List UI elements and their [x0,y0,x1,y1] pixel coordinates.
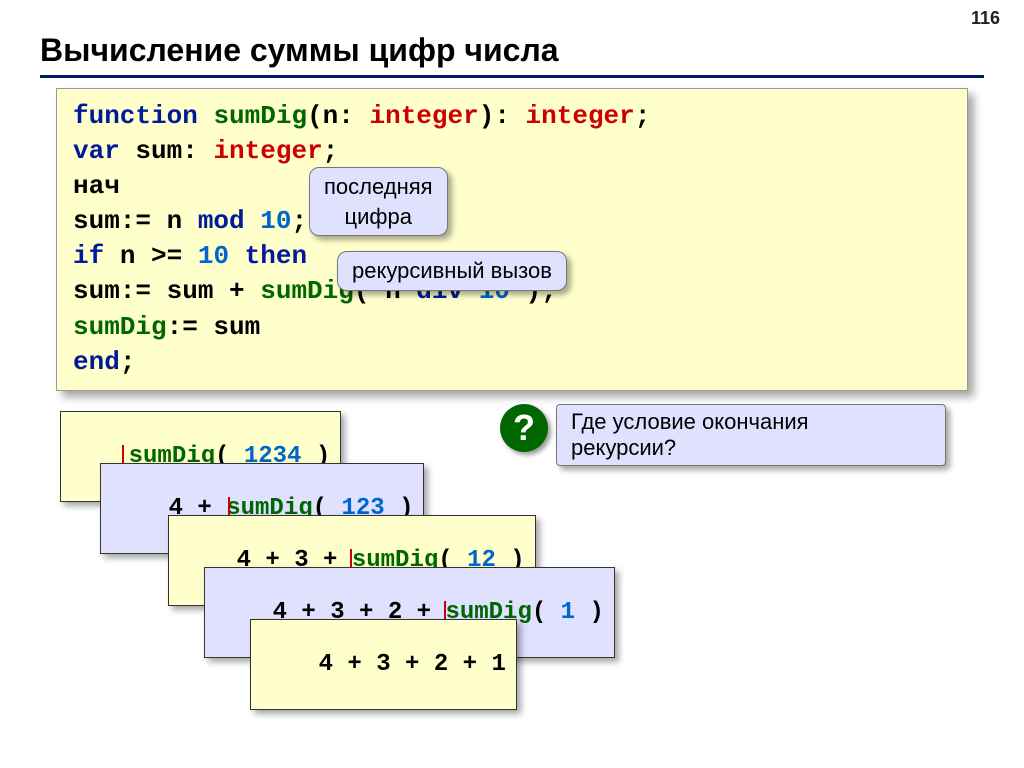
title-underline [40,75,984,78]
trace-container: sumDig( 1234 ) 4 + sumDig( 123 ) 4 + 3 +… [0,411,1024,731]
callout-recursive-call: рекурсивный вызов [337,251,567,291]
page-number: 116 [971,8,1000,29]
trace-row-5: 4 + 3 + 2 + 1 [250,619,517,710]
callout-last-digit: последняя цифра [309,167,448,236]
code-panel: function sumDig(n: integer): integer; va… [56,88,968,391]
kw-function: function [73,101,198,131]
code-line-8: end; [73,345,951,380]
code-line-2: var sum: integer; [73,134,951,169]
code-line-3: нач [73,169,951,204]
slide-title: Вычисление суммы цифр числа [0,0,1024,73]
code-line-7: sumDig:= sum [73,310,951,345]
func-name: sumDig [213,101,307,131]
code-line-4: sum:= n mod 10; [73,204,951,239]
code-line-1: function sumDig(n: integer): integer; [73,99,951,134]
kw-var: var [73,136,120,166]
